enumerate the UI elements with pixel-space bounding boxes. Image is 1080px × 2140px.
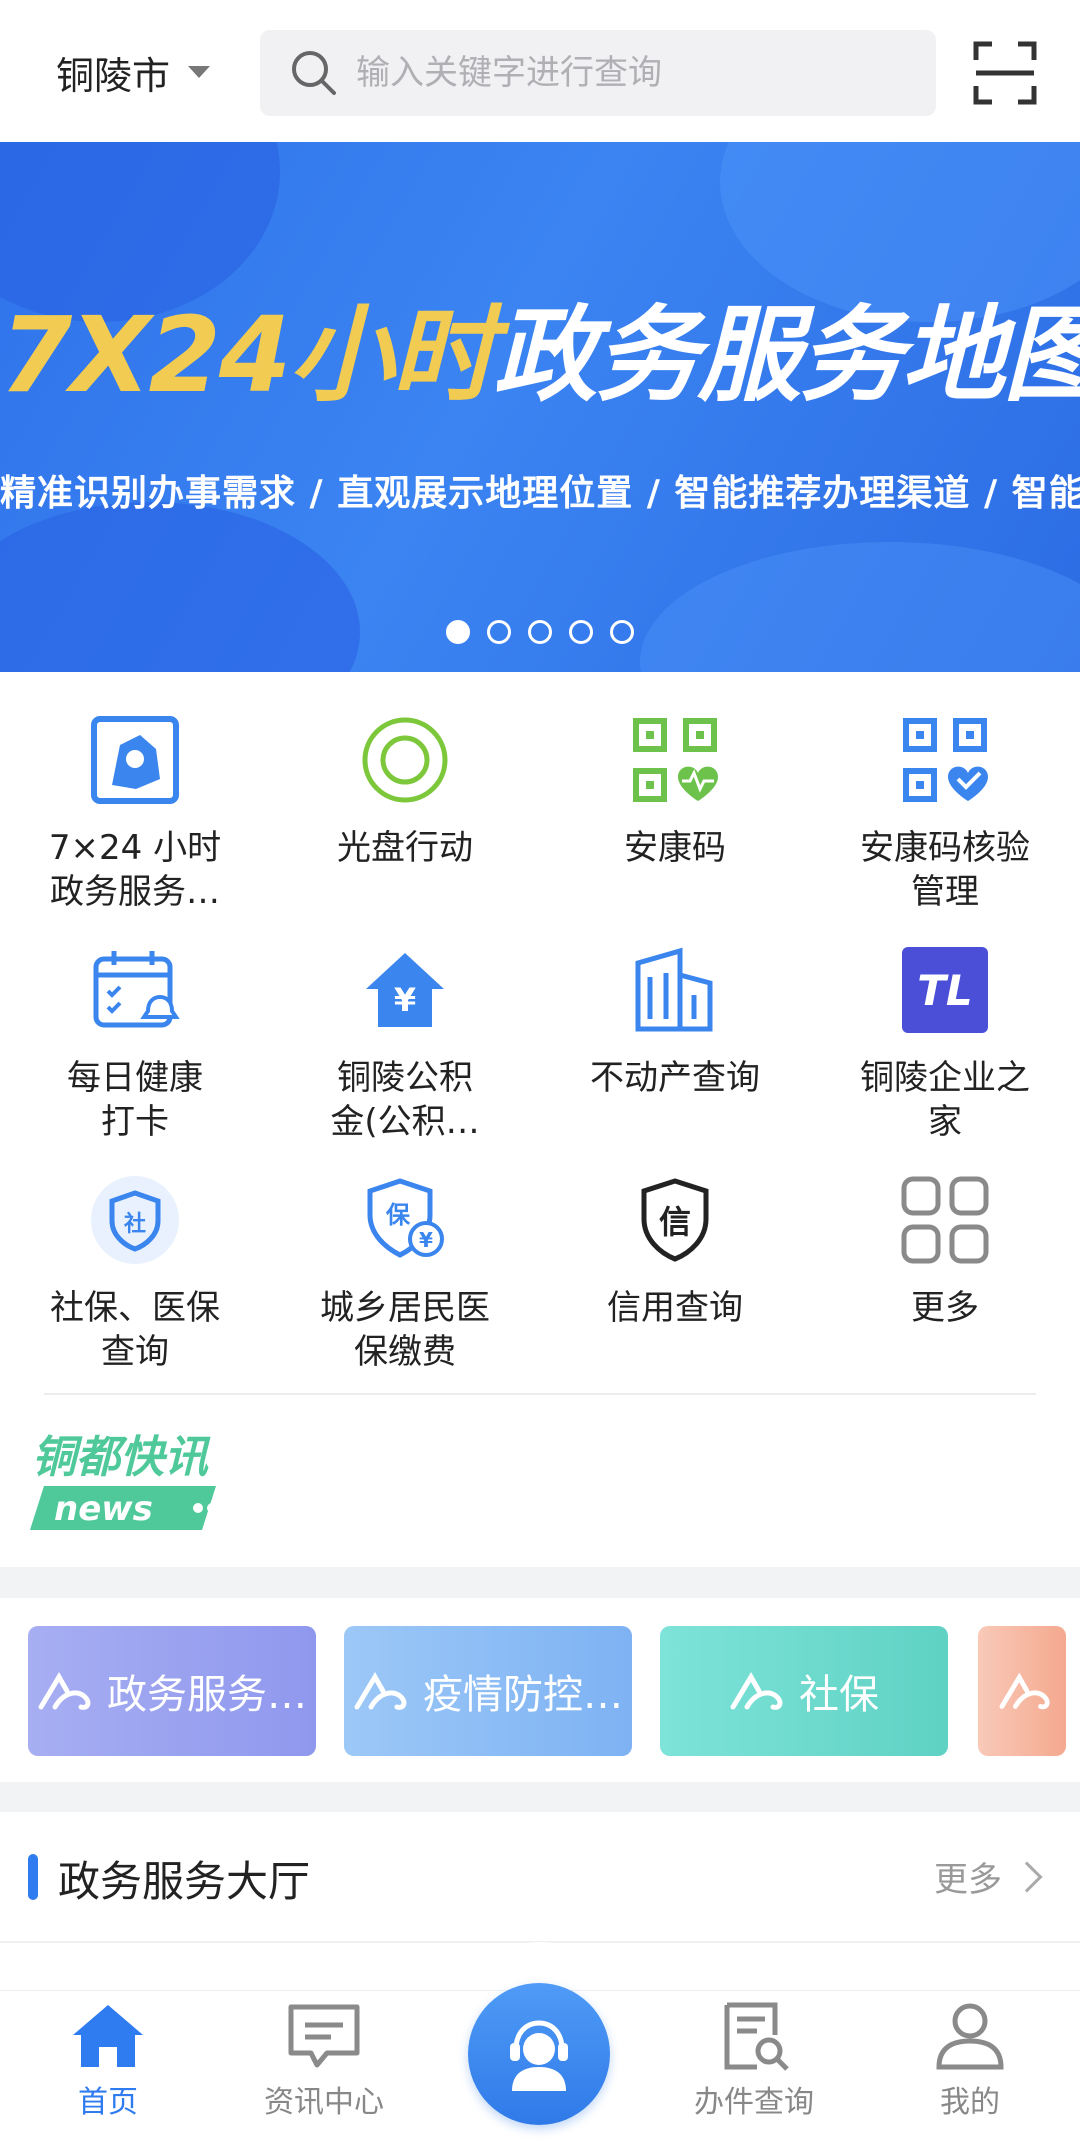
service-label: 安康码	[624, 828, 726, 868]
doc-search-icon	[724, 2002, 789, 2071]
carousel-dot[interactable]	[610, 620, 634, 644]
category-tab-epidemic[interactable]: 疫情防控…	[344, 1626, 632, 1756]
category-label: 疫情防控…	[423, 1672, 623, 1718]
section-accent-bar	[28, 1854, 38, 1900]
calendar-bell-icon	[87, 942, 183, 1038]
service-label: 7×24 小时 政务服务…	[48, 828, 222, 912]
svg-text:¥: ¥	[419, 1228, 433, 1252]
grid-more-icon	[897, 1172, 993, 1268]
service-item-housing-fund[interactable]: ¥ 铜陵公积 金(公积…	[270, 942, 540, 1144]
city-selector[interactable]: 铜陵市	[56, 44, 211, 100]
customer-service-icon	[510, 2020, 568, 2091]
chevron-right-icon	[1011, 1860, 1043, 1893]
service-label: 铜陵公积 金(公积…	[330, 1058, 480, 1142]
map-pin-icon	[87, 712, 183, 808]
category-logo-icon	[38, 1672, 91, 1710]
service-item-map[interactable]: 7×24 小时 政务服务…	[0, 712, 270, 914]
promo-banner[interactable]: 7X24小时政务服务地图！上线啦！ 精准识别办事需求 / 直观展示地理位置 / …	[0, 142, 1080, 672]
house-yuan-icon: ¥	[357, 942, 453, 1038]
banner-subline: 精准识别办事需求 / 直观展示地理位置 / 智能推荐办理渠道 / 智能导航办理路…	[0, 473, 1080, 514]
service-label: 铜陵企业之 家	[860, 1058, 1030, 1142]
news-logo[interactable]: 铜都快讯 news	[28, 1428, 228, 1536]
search-icon	[292, 51, 336, 95]
category-logo-icon	[730, 1672, 783, 1710]
search-input[interactable]	[356, 53, 916, 93]
service-label: 社保、医保 查询	[50, 1288, 220, 1372]
carousel-dot[interactable]	[569, 620, 593, 644]
service-label: 光盘行动	[337, 828, 473, 868]
disc-icon	[357, 712, 453, 808]
scan-icon[interactable]	[972, 40, 1038, 106]
news-logo-en: news	[54, 1489, 153, 1529]
news-logo-cn: 铜都快讯	[32, 1432, 211, 1483]
service-item-property[interactable]: 不动产查询	[540, 942, 810, 1100]
service-item-disc[interactable]: 光盘行动	[270, 712, 540, 870]
service-hall-header: 政务服务大厅 更多	[0, 1812, 1080, 1937]
nav-label: 办件查询	[694, 2085, 814, 2120]
top-bar: 铜陵市	[0, 0, 1080, 142]
nav-case-query[interactable]: 办件查询	[674, 2001, 834, 2121]
service-item-enterprise[interactable]: TL 铜陵企业之 家	[810, 942, 1080, 1144]
carousel-dots	[446, 620, 634, 644]
service-item-medical-insurance[interactable]: 保 ¥ 城乡居民医 保缴费	[270, 1172, 540, 1374]
svg-text:TL: TL	[917, 966, 972, 1015]
customer-service-button[interactable]	[468, 1983, 610, 2125]
more-label: 更多	[934, 1860, 1002, 1900]
app-page: 铜陵市 7X24小时政务服务地图！上线啦！ 精准识别办事需求 / 直观展示地理位…	[0, 0, 1080, 2140]
message-icon	[288, 2004, 360, 2068]
category-strip: 政务服务… 疫情防控… 社保	[0, 1598, 1080, 1782]
category-tab-social[interactable]: 社保	[660, 1626, 948, 1756]
svg-text:¥: ¥	[394, 981, 416, 1019]
svg-text:保: 保	[385, 1201, 411, 1229]
nav-label: 我的	[940, 2085, 1000, 2120]
category-logo-icon	[999, 1672, 1050, 1710]
svg-text:信: 信	[659, 1203, 691, 1241]
building-icon	[627, 942, 723, 1038]
service-label: 每日健康 打卡	[67, 1058, 203, 1142]
service-item-social-security[interactable]: 社 社保、医保 查询	[0, 1172, 270, 1374]
service-item-credit[interactable]: 信 信用查询	[540, 1172, 810, 1330]
home-icon	[73, 2005, 143, 2067]
category-tab-partial[interactable]	[978, 1626, 1066, 1756]
carousel-dot[interactable]	[528, 620, 552, 644]
banner-headline: 7X24小时政务服务地图！上线啦！	[0, 294, 1080, 416]
svg-text:社: 社	[124, 1211, 146, 1237]
credit-shield-icon: 信	[627, 1172, 723, 1268]
more-link[interactable]: 更多	[934, 1852, 1043, 1901]
section-divider	[44, 1393, 1036, 1395]
service-item-more[interactable]: 更多	[810, 1172, 1080, 1330]
service-label: 更多	[911, 1288, 979, 1328]
search-box[interactable]	[260, 30, 936, 116]
carousel-dot[interactable]	[446, 620, 470, 644]
service-item-daily-checkin[interactable]: 每日健康 打卡	[0, 942, 270, 1144]
nav-news[interactable]: 资讯中心	[244, 2001, 404, 2121]
category-label: 社保	[799, 1672, 879, 1718]
service-label: 信用查询	[607, 1288, 743, 1328]
nav-label: 资讯中心	[264, 2085, 384, 2120]
tl-logo-icon: TL	[897, 942, 993, 1038]
service-item-health-code[interactable]: 安康码	[540, 712, 810, 870]
category-logo-icon	[354, 1672, 407, 1710]
service-label: 城乡居民医 保缴费	[320, 1288, 490, 1372]
service-label: 安康码核验 管理	[860, 828, 1030, 912]
social-shield-icon: 社	[87, 1172, 183, 1268]
user-icon	[936, 2003, 1004, 2070]
city-label: 铜陵市	[56, 53, 171, 98]
qr-health-icon	[627, 712, 723, 808]
category-label: 政务服务…	[107, 1672, 307, 1718]
carousel-dot[interactable]	[487, 620, 511, 644]
service-label: 不动产查询	[590, 1058, 760, 1098]
nav-mine[interactable]: 我的	[890, 2001, 1050, 2121]
insurance-shield-icon: 保 ¥	[357, 1172, 453, 1268]
caret-down-icon	[188, 66, 211, 78]
service-item-code-verify[interactable]: 安康码核验 管理	[810, 712, 1080, 914]
qr-check-icon	[897, 712, 993, 808]
nav-home[interactable]: 首页	[28, 2001, 188, 2121]
nav-label: 首页	[78, 2085, 138, 2120]
category-tab-government[interactable]: 政务服务…	[28, 1626, 316, 1756]
section-title: 政务服务大厅	[58, 1857, 311, 1906]
